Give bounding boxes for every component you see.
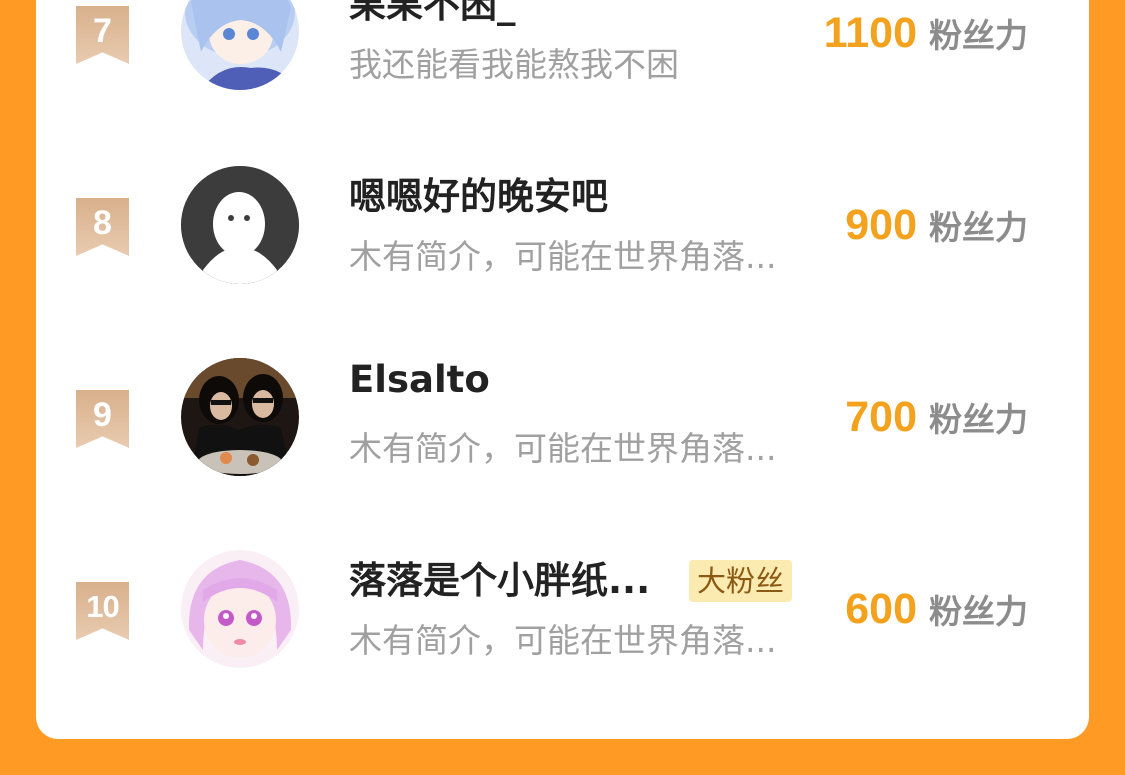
- user-bio: 我还能看我能熬我不困: [349, 45, 679, 84]
- rank-ribbon: 9: [76, 390, 129, 448]
- fan-ranking-card: 7 果果不困_ 我还能看我能熬我不困 1100 粉丝力 8 嗯嗯好的晚安吧 木有…: [36, 0, 1089, 739]
- avatar[interactable]: [181, 550, 299, 668]
- fan-power: 600 粉丝力: [845, 585, 1028, 634]
- fan-power-unit: 粉丝力: [929, 208, 1028, 247]
- fan-power-value: 900: [845, 201, 917, 249]
- ranking-row-8[interactable]: 8 嗯嗯好的晚安吧 木有简介，可能在世界角落... 900 粉丝力: [36, 152, 1089, 344]
- user-name[interactable]: 落落是个小胖纸...: [349, 550, 650, 604]
- big-fan-badge: 大粉丝: [689, 560, 793, 602]
- ranking-row-7[interactable]: 7 果果不困_ 我还能看我能熬我不困 1100 粉丝力: [36, 0, 1089, 152]
- user-bio: 木有简介，可能在世界角落...: [349, 429, 777, 468]
- user-bio: 木有简介，可能在世界角落...: [349, 237, 777, 276]
- default-avatar[interactable]: [181, 166, 299, 284]
- fan-power-value: 600: [845, 585, 917, 633]
- fan-power-value: 700: [845, 393, 917, 441]
- user-name[interactable]: 果果不困_: [349, 0, 516, 28]
- rank-ribbon: 7: [76, 6, 129, 64]
- avatar[interactable]: [181, 358, 299, 476]
- fan-power: 900 粉丝力: [845, 201, 1028, 250]
- fan-power: 1100 粉丝力: [824, 9, 1028, 58]
- rank-ribbon: 8: [76, 198, 129, 256]
- fan-power-unit: 粉丝力: [929, 592, 1028, 631]
- user-name[interactable]: 嗯嗯好的晚安吧: [349, 166, 608, 220]
- rank-ribbon: 10: [76, 582, 129, 640]
- ranking-row-9[interactable]: 9 Elsalto 木有简介，可能在世界角落... 700 粉丝力: [36, 344, 1089, 536]
- fan-power: 700 粉丝力: [845, 393, 1028, 442]
- fan-power-unit: 粉丝力: [929, 16, 1028, 55]
- fan-power-unit: 粉丝力: [929, 400, 1028, 439]
- user-bio: 木有简介，可能在世界角落...: [349, 621, 777, 660]
- fan-power-value: 1100: [823, 9, 917, 57]
- ranking-row-10[interactable]: 10 落落是个小胖纸... 大粉丝 木有简介，可能在世界角落... 600 粉丝力: [36, 536, 1089, 728]
- user-name[interactable]: Elsalto: [349, 358, 490, 401]
- avatar[interactable]: [181, 0, 299, 90]
